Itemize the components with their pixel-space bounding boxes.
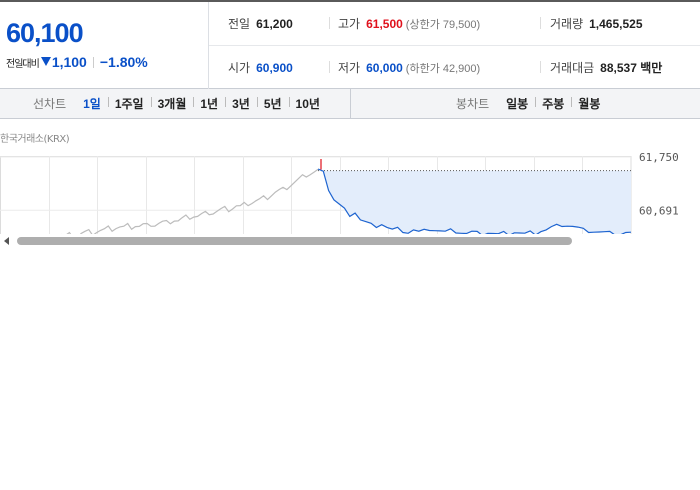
trade-amount-value: 88,537 백만 <box>600 61 663 75</box>
candle-chart-tabs: 봉차트 일봉 주봉 월봉 <box>456 89 607 118</box>
stats-grid: 전일 61,200 고가 61,500 (상한가 79,500) 거래량 1,465,5… <box>209 2 700 89</box>
tab-group-divider <box>350 89 351 118</box>
open-price: 시가 60,900 <box>228 59 293 76</box>
prev-close: 전일 61,200 <box>228 15 293 32</box>
low-value: 60,000 <box>366 61 403 75</box>
high-label: 고가 <box>338 17 361 31</box>
high-value: 61,500 <box>366 17 403 31</box>
volume: 거래량 1,465,525 <box>550 15 643 32</box>
stats-row-1: 전일 61,200 고가 61,500 (상한가 79,500) 거래량 1,465,5… <box>209 2 700 46</box>
divider <box>329 17 330 29</box>
line-chart-title: 선차트 <box>33 97 67 111</box>
price-chart: 61,750 60,691 <box>0 144 700 234</box>
tab-3month[interactable]: 3개월 <box>150 95 194 112</box>
tab-monthly-candle[interactable]: 월봉 <box>571 95 607 112</box>
tab-5year[interactable]: 5년 <box>256 95 289 112</box>
change-summary: 전일대비 1,100 −1.80% <box>6 54 148 70</box>
change-percent: −1.80% <box>99 54 148 70</box>
trade-amount-label: 거래대금 <box>550 61 595 75</box>
stats-row-2: 시가 60,900 저가 60,000 (하한가 42,900) 거래대금 88,537… <box>209 46 700 89</box>
chart-tab-bar: 선차트 1일 1주일 3개월 1년 3년 5년 10년 봉차트 일봉 주봉 월봉 <box>0 89 700 119</box>
y-tick-label: 60,691 <box>639 204 679 217</box>
change-amount: 1,100 <box>51 54 87 70</box>
line-chart-tabs: 선차트 1일 1주일 3개월 1년 3년 5년 10년 <box>33 89 327 118</box>
prev-close-label: 전일 <box>228 17 251 31</box>
divider <box>540 17 541 29</box>
volume-value: 1,465,525 <box>589 17 643 31</box>
open-value: 60,900 <box>256 61 293 75</box>
volume-label: 거래량 <box>550 17 584 31</box>
price-chart-svg: 61,750 60,691 <box>0 151 679 234</box>
scrollbar-thumb[interactable] <box>17 237 572 245</box>
tab-3year[interactable]: 3년 <box>225 95 257 112</box>
divider <box>92 57 94 68</box>
scroll-left-arrow-icon[interactable] <box>4 237 9 245</box>
divider <box>540 61 541 73</box>
open-label: 시가 <box>228 61 251 75</box>
tab-weekly-candle[interactable]: 주봉 <box>535 95 571 112</box>
tab-daily-candle[interactable]: 일봉 <box>499 95 535 112</box>
quote-panel: 60,100 전일대비 1,100 −1.80% 전일 61,200 고가 61,500… <box>0 0 700 89</box>
chart-scrollbar[interactable] <box>0 234 700 248</box>
low-label: 저가 <box>338 61 361 75</box>
exchange-label: 한국거래소(KRX) <box>0 134 70 145</box>
divider <box>329 61 330 73</box>
y-tick-label: 61,750 <box>639 151 679 164</box>
tab-1year[interactable]: 1년 <box>193 95 225 112</box>
low-price: 저가 60,000 (하한가 42,900) <box>338 59 480 76</box>
tab-10year[interactable]: 10년 <box>288 95 327 112</box>
prev-close-value: 61,200 <box>256 17 293 31</box>
change-label: 전일대비 <box>6 59 40 70</box>
tab-1day[interactable]: 1일 <box>76 95 108 112</box>
trade-amount: 거래대금 88,537 백만 <box>550 59 662 76</box>
price-box: 60,100 전일대비 1,100 −1.80% <box>0 2 209 89</box>
down-triangle-icon <box>40 57 51 66</box>
tab-1week[interactable]: 1주일 <box>107 95 151 112</box>
current-price: 60,100 <box>6 18 84 48</box>
candle-chart-title: 봉차트 <box>456 97 490 111</box>
high-price: 고가 61,500 (상한가 79,500) <box>338 15 480 32</box>
upper-limit: (상한가 79,500) <box>405 19 481 31</box>
series-line-gray <box>61 168 319 234</box>
series-area <box>318 169 631 234</box>
lower-limit: (하한가 42,900) <box>405 63 481 75</box>
